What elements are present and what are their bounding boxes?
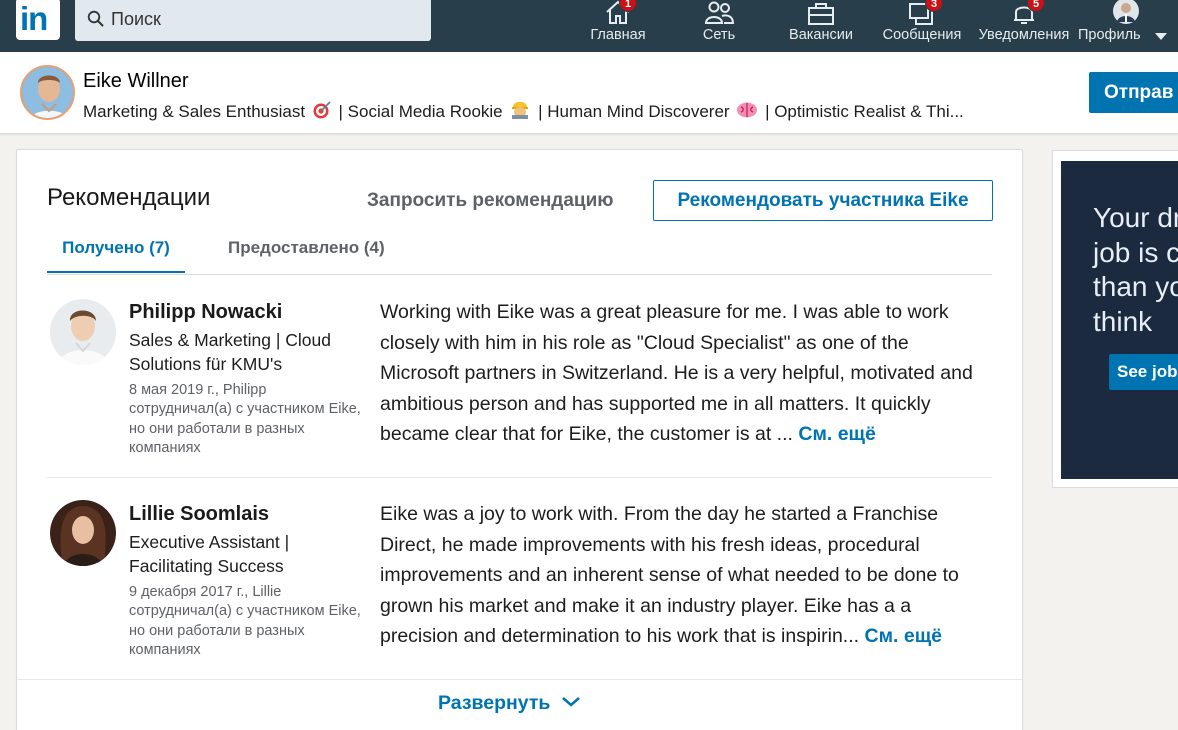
recommender-name[interactable]: Lillie Soomlais <box>129 503 269 526</box>
recommendations-card: Рекомендации Запросить рекомендацию Реко… <box>16 149 1023 730</box>
headline-part-2: | Social Media Rookie <box>338 102 503 121</box>
brain-emoji-icon <box>737 102 758 118</box>
top-navigation-bar: in 1 Главная Сеть Вакансии 3 Сообщения 5… <box>0 0 1178 52</box>
expand-divider <box>17 679 1022 680</box>
see-jobs-button[interactable]: See jobs <box>1109 354 1178 390</box>
worker-emoji-icon <box>512 101 529 119</box>
request-recommendation-link[interactable]: Запросить рекомендацию <box>367 190 614 212</box>
nav-item-jobs[interactable]: Вакансии <box>780 0 862 52</box>
notifications-badge: 5 <box>1027 0 1045 12</box>
job-ad-banner[interactable]: Your dr job is c than yo think See jobs <box>1061 161 1178 479</box>
search-input[interactable] <box>111 6 411 32</box>
nav-jobs-label: Вакансии <box>789 27 853 43</box>
nav-network-label: Сеть <box>702 27 736 43</box>
profile-photo-icon <box>22 67 73 118</box>
send-message-button[interactable]: Отправ <box>1089 72 1178 113</box>
search-box[interactable] <box>75 0 431 41</box>
see-more-link[interactable]: См. ещё <box>798 423 876 445</box>
tab-received[interactable]: Получено (7) <box>47 238 185 273</box>
profile-headline: Marketing & Sales Enthusiast | Social Me… <box>83 99 964 122</box>
network-icon <box>704 1 735 24</box>
nav-item-home[interactable]: 1 Главная <box>582 0 654 52</box>
profile-avatar[interactable] <box>20 65 75 120</box>
recommendation-body: Working with Eike was a great pleasure f… <box>380 301 973 446</box>
recommendation-text: Eike was a joy to work with. From the da… <box>380 499 992 652</box>
nav-item-messaging[interactable]: 3 Сообщения <box>878 0 966 52</box>
tab-given[interactable]: Предоставлено (4) <box>228 238 385 258</box>
advertisement-card: Your dr job is c than yo think See jobs <box>1052 150 1178 488</box>
recommendation-divider <box>47 477 992 478</box>
nav-messaging-label: Сообщения <box>882 27 962 43</box>
home-badge: 1 <box>619 0 637 12</box>
chevron-down-icon <box>562 697 580 707</box>
nav-home-label: Главная <box>590 27 646 43</box>
linkedin-logo-icon[interactable]: in <box>16 0 60 40</box>
ad-line: think <box>1093 305 1153 337</box>
chevron-down-icon <box>1155 33 1167 40</box>
headline-part-3: | Human Mind Discoverer <box>538 102 730 121</box>
section-title: Рекомендации <box>47 184 211 211</box>
headline-part-1: Marketing & Sales Enthusiast <box>83 102 306 121</box>
recommender-name[interactable]: Philipp Nowacki <box>129 301 282 324</box>
ad-line: job is c <box>1093 236 1178 268</box>
recommendation-item: Philipp Nowacki Sales & Marketing | Clou… <box>47 297 992 477</box>
recommendation-meta: 9 декабря 2017 г., Lillie сотрудничал(а)… <box>129 584 361 658</box>
ad-line: Your dr <box>1093 202 1178 233</box>
recommender-photo-icon <box>50 299 116 365</box>
recommendation-meta: 8 мая 2019 г., Philipp сотрудничал(а) с … <box>129 382 361 456</box>
target-emoji-icon <box>313 101 331 119</box>
messaging-badge: 3 <box>925 0 943 12</box>
recommender-photo-icon <box>50 500 116 566</box>
nav-notifications-label: Уведомления <box>978 27 1070 43</box>
profile-sticky-header: Eike Willner Marketing & Sales Enthusias… <box>0 52 1178 134</box>
briefcase-icon <box>808 3 834 25</box>
see-more-link[interactable]: См. ещё <box>865 625 943 647</box>
recommender-headline: Sales & Marketing | Cloud Solutions für … <box>129 330 332 374</box>
expand-label: Развернуть <box>438 692 551 714</box>
nav-item-notifications[interactable]: 5 Уведомления <box>974 0 1074 52</box>
nav-item-network[interactable]: Сеть <box>690 0 748 52</box>
search-icon <box>87 10 104 27</box>
ad-headline: Your dr job is c than yo think <box>1093 201 1178 339</box>
recommender-avatar[interactable] <box>50 500 116 566</box>
recommendation-item: Lillie Soomlais Executive Assistant | Fa… <box>47 499 992 679</box>
recommend-member-button[interactable]: Рекомендовать участника Eike <box>653 180 993 221</box>
recommender-avatar[interactable] <box>50 299 116 365</box>
recommendation-text: Working with Eike was a great pleasure f… <box>380 297 992 450</box>
nav-item-profile[interactable]: Профиль <box>1078 0 1172 52</box>
ad-line: than yo <box>1093 271 1178 302</box>
recommender-headline: Executive Assistant | Facilitating Succe… <box>129 532 290 576</box>
tabs-divider <box>47 274 992 275</box>
profile-name: Eike Willner <box>83 70 189 92</box>
profile-avatar-icon <box>1113 0 1139 24</box>
headline-part-4: | Optimistic Realist & Thi... <box>765 102 964 121</box>
expand-button[interactable]: Развернуть <box>438 692 580 715</box>
